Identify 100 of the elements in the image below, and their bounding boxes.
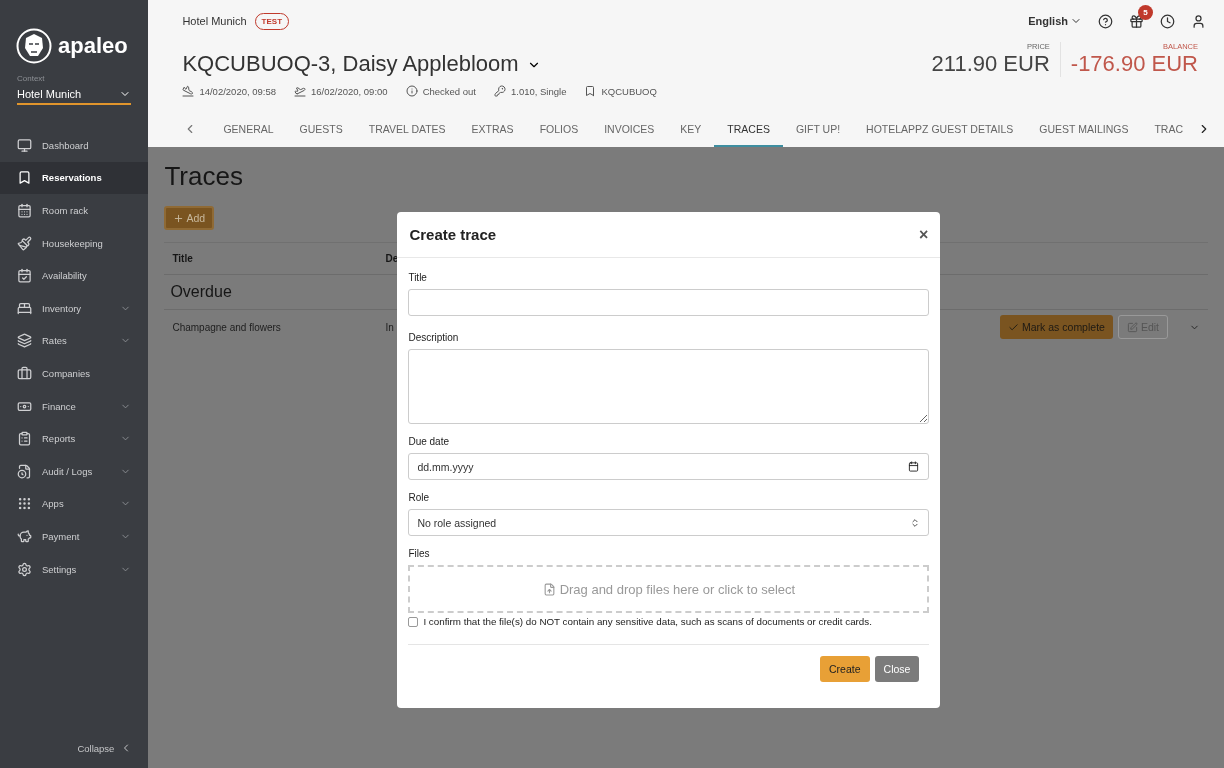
nav-label: Companies [42, 367, 92, 379]
tab[interactable]: KEY [667, 113, 715, 147]
nav-item[interactable]: Settings [0, 552, 149, 586]
language-select[interactable]: English [1028, 15, 1082, 27]
bed-icon [17, 300, 32, 316]
calendar-check-icon [17, 268, 32, 284]
info-text: 16/02/2020, 09:00 [311, 85, 388, 97]
tab[interactable]: HOTELAPPZ GUEST DETAILS [853, 113, 1027, 147]
gift-icon[interactable] [1129, 13, 1144, 29]
logo-text: apaleo [58, 33, 128, 59]
nav-label: Room rack [42, 205, 89, 216]
tab[interactable]: GUEST MAILINGS [1026, 113, 1142, 147]
title-field[interactable] [408, 289, 930, 316]
nav-label: Finance [42, 400, 77, 412]
field-label: Title [408, 272, 428, 283]
field-label: Role [408, 492, 430, 503]
add-button[interactable]: Add [164, 206, 215, 230]
info-text: Checked out [422, 85, 476, 97]
grid-icon [17, 496, 32, 512]
layers-icon [17, 333, 32, 349]
nav-item[interactable]: Companies [0, 357, 149, 390]
tab[interactable]: GENERAL [210, 113, 287, 147]
tab[interactable]: GUESTS [286, 113, 356, 147]
context-select[interactable]: Hotel Munich [17, 85, 132, 105]
document-icon [17, 463, 32, 479]
info-text: KQCUBUOQ [601, 85, 657, 97]
table-cell: In [385, 321, 394, 333]
calendar-icon [17, 203, 32, 218]
calendar-icon[interactable] [908, 461, 920, 472]
table-cell-text: Champagne and flowers [172, 321, 282, 333]
dialog-title: Create trace [409, 226, 497, 243]
info-text: 14/02/2020, 09:58 [199, 85, 276, 97]
landing-plane-icon [182, 85, 195, 97]
settings-icon [17, 561, 32, 577]
takeoff-plane-icon [294, 85, 306, 97]
nav-label: Reservations [42, 172, 103, 184]
plus-icon [173, 212, 185, 224]
nav-item[interactable]: Inventory [0, 291, 149, 325]
nav-item[interactable]: Reports [0, 422, 149, 455]
tab[interactable]: FOLIOS [526, 113, 592, 147]
notification-badge: 5 [1138, 4, 1153, 20]
nav-item[interactable]: Audit / Logs [0, 454, 149, 488]
tab[interactable]: INVOICES [591, 113, 668, 147]
nav-item[interactable]: Rates [0, 324, 149, 358]
nav-item[interactable]: Housekeeping [0, 226, 149, 260]
nav-item[interactable]: Reservations [0, 161, 149, 195]
dropzone-text: Drag and drop files here or click to select [559, 581, 796, 597]
clock-icon[interactable] [1160, 13, 1175, 29]
close-button[interactable]: × [919, 225, 929, 244]
clipboard-icon [17, 431, 32, 447]
nav-label: Reports [42, 433, 77, 445]
key-icon [493, 85, 506, 97]
lion-logo-icon [16, 28, 52, 64]
nav-item[interactable]: Apps [0, 487, 149, 521]
field-label: Files [408, 548, 431, 559]
bookmark-icon [584, 85, 597, 97]
nav-label: Housekeeping [42, 237, 104, 249]
updown-icon [910, 517, 921, 528]
file-icon [542, 582, 556, 596]
nav-label: Audit / Logs [42, 465, 94, 477]
date-field[interactable]: dd.mm.yyyy [408, 453, 930, 480]
nav-item[interactable]: Dashboard [0, 129, 149, 162]
nav-label: Inventory [42, 302, 83, 314]
briefcase-icon [17, 365, 32, 381]
nav-item[interactable]: Room rack [0, 194, 149, 227]
nav-item[interactable]: Availability [0, 259, 149, 292]
column-header: De [385, 253, 399, 264]
confirm-text: I confirm that the file(s) do NOT contain any sensitive data, such as scans of documents or credit cards. [423, 616, 872, 627]
piggy-bank-icon [17, 528, 32, 544]
nav-label: Apps [42, 498, 65, 510]
tab[interactable]: GIFT UP! [782, 113, 854, 147]
tab[interactable]: EXTRAS [458, 113, 527, 147]
reservation-title: KQCUBUOQ-3, Daisy Applebloom [182, 51, 519, 77]
collapse-button[interactable]: Collapse [0, 742, 149, 768]
field-label: Description [408, 332, 460, 343]
close-button[interactable]: Close [874, 656, 920, 682]
bookmark-icon [17, 170, 32, 186]
balance-value: -176.90 EUR [1070, 51, 1198, 77]
info-text: 1.010, Single [510, 85, 567, 97]
page-title: Traces [164, 161, 244, 192]
nav-label: Rates [42, 335, 68, 347]
tab[interactable]: TRAVEL DATES [355, 113, 459, 147]
field-label: Due date [408, 436, 450, 447]
nav-item[interactable]: Finance [0, 389, 149, 423]
nav-item[interactable]: Payment [0, 520, 149, 553]
context-label: Context [17, 74, 46, 83]
user-icon[interactable] [1191, 13, 1206, 29]
monitor-icon [17, 137, 32, 153]
confirm-checkbox[interactable] [408, 616, 419, 627]
description-field[interactable] [408, 349, 930, 424]
help-icon[interactable] [1098, 13, 1113, 29]
nav-label: Dashboard [42, 139, 90, 151]
role-select[interactable]: No role assigned [408, 509, 930, 536]
check-icon [1008, 321, 1020, 333]
tab[interactable]: TRAC [1141, 113, 1196, 147]
nav-label: Availability [42, 270, 88, 282]
brush-icon [17, 235, 32, 251]
column-header: Title [172, 253, 194, 264]
create-button[interactable]: Create [820, 656, 870, 682]
info-icon [405, 85, 418, 97]
